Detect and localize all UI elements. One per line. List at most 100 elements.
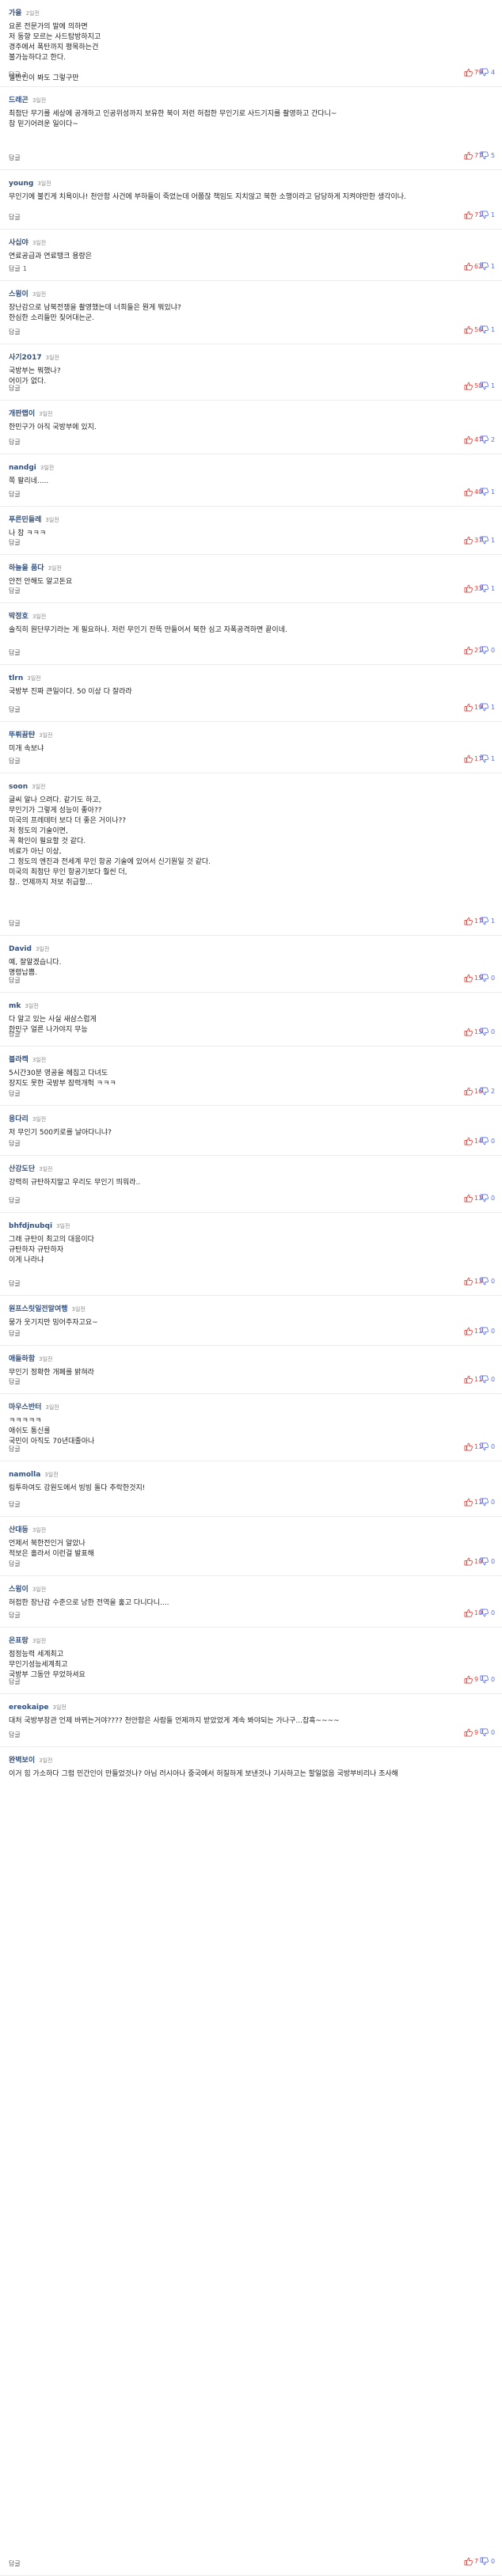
dislike-button[interactable]: 0 xyxy=(480,1326,499,1337)
dislike-button[interactable]: 0 xyxy=(480,645,499,656)
reply-button[interactable]: 답글 xyxy=(9,439,23,446)
dislike-button[interactable]: 1 xyxy=(480,535,499,546)
reply-button[interactable]: 답글 xyxy=(9,1678,23,1685)
dislike-button[interactable]: 5 xyxy=(480,150,499,161)
dislike-button[interactable]: 0 xyxy=(480,1608,499,1619)
comment-nickname[interactable]: 하늘을 품다 xyxy=(9,564,44,572)
comment-nickname[interactable]: 뚜뤼뀸탼 xyxy=(9,731,35,739)
dislike-button[interactable]: 2 xyxy=(480,1086,499,1097)
reply-button[interactable]: 답글 xyxy=(9,1560,23,1567)
comment-nickname[interactable]: soon xyxy=(9,783,28,791)
comment-nickname[interactable]: 용다리 xyxy=(9,1115,29,1123)
comment-date: 3일전 xyxy=(40,465,55,471)
dislike-button[interactable]: 0 xyxy=(480,1136,499,1147)
reply-button[interactable]: 답글 xyxy=(9,214,23,221)
reply-button[interactable]: 답글 2 xyxy=(9,71,27,78)
reply-button[interactable]: 답글 xyxy=(9,491,23,498)
dislike-button[interactable]: 1 xyxy=(480,325,499,336)
reply-button[interactable]: 답글 xyxy=(9,1446,23,1453)
comment-nickname[interactable]: 드래곤 xyxy=(9,97,29,104)
comment-nickname[interactable]: 블라켁 xyxy=(9,1056,29,1064)
comment-nickname[interactable]: 원프스릿일전말여행 xyxy=(9,1305,68,1313)
comment-nickname[interactable]: nandgi xyxy=(9,464,36,472)
reply-button[interactable]: 답글 xyxy=(9,539,23,546)
comment-date: 3일전 xyxy=(45,1404,59,1411)
reply-button[interactable]: 답글 xyxy=(9,1031,23,1038)
reply-button[interactable]: 답글 xyxy=(9,154,23,161)
comment-nickname[interactable]: young xyxy=(9,180,33,188)
comment-date: 3일전 xyxy=(56,1223,70,1229)
comment-nickname[interactable]: 은표랑 xyxy=(9,1637,29,1645)
reply-button[interactable]: 답글 xyxy=(9,1280,23,1287)
comment-nickname[interactable]: 사십야 xyxy=(9,239,29,247)
dislike-button[interactable]: 0 xyxy=(480,1674,499,1685)
comment-nickname[interactable]: 개판랩이 xyxy=(9,410,35,418)
dislike-button[interactable]: 1 xyxy=(480,381,499,392)
dislike-button[interactable]: 0 xyxy=(480,1374,499,1385)
comment-nickname[interactable]: 산대등 xyxy=(9,1526,29,1534)
dislike-count: 1 xyxy=(491,326,496,333)
dislike-count: 0 xyxy=(491,1195,496,1202)
dislike-button[interactable]: 0 xyxy=(480,973,499,984)
reply-button[interactable]: 답글 xyxy=(9,587,23,595)
dislike-button[interactable]: 0 xyxy=(480,2556,499,2567)
comment-nickname[interactable]: 스윙이 xyxy=(9,291,29,298)
reply-button[interactable]: 답글 xyxy=(9,329,23,336)
comment-nickname[interactable]: 산강도단 xyxy=(9,1165,35,1173)
dislike-button[interactable]: 1 xyxy=(480,916,499,927)
reply-button[interactable]: 답글 xyxy=(9,1090,23,1097)
dislike-button[interactable]: 0 xyxy=(480,1442,499,1453)
reply-button[interactable]: 답글 xyxy=(9,1501,23,1508)
dislike-button[interactable]: 0 xyxy=(480,1497,499,1508)
comment-nickname[interactable]: 푸른민들레 xyxy=(9,516,41,524)
reply-button[interactable]: 답글 xyxy=(9,758,23,765)
comment-nickname[interactable]: 스윙이 xyxy=(9,1586,29,1594)
reply-button[interactable]: 답글 xyxy=(9,1378,23,1385)
reply-button[interactable]: 답글 xyxy=(9,920,23,927)
comment-nickname[interactable]: 가을 xyxy=(9,9,22,17)
dislike-button[interactable]: 0 xyxy=(480,1027,499,1038)
dislike-button[interactable]: 1 xyxy=(480,583,499,595)
comment-nickname[interactable]: 완벽보이 xyxy=(9,1757,35,1765)
dislike-button[interactable]: 0 xyxy=(480,1276,499,1287)
reply-button[interactable]: 답글 1 xyxy=(9,265,27,272)
comment-nickname[interactable]: tlrn xyxy=(9,674,23,682)
dislike-button[interactable]: 4 xyxy=(480,67,499,78)
comment-nickname[interactable]: 마우스반터 xyxy=(9,1404,41,1411)
dislike-button[interactable]: 0 xyxy=(480,1727,499,1738)
reply-button[interactable]: 답글 xyxy=(9,385,23,392)
comment-nickname[interactable]: 박정호 xyxy=(9,613,29,621)
reply-button[interactable]: 답글 xyxy=(9,2560,23,2567)
dislike-button[interactable]: 1 xyxy=(480,261,499,272)
reply-button[interactable]: 답글 xyxy=(9,977,23,984)
reply-button[interactable]: 답글 xyxy=(9,1197,23,1204)
dislike-button[interactable]: 0 xyxy=(480,1556,499,1567)
comment-nickname[interactable]: bhfdjnubqi xyxy=(9,1222,52,1230)
dislike-button[interactable]: 1 xyxy=(480,702,499,713)
comment-nickname[interactable]: ereokaipe xyxy=(9,1704,49,1712)
comment-date: 3일전 xyxy=(32,614,47,620)
comment-date: 3일전 xyxy=(37,180,51,187)
thumbs-up-icon xyxy=(464,1442,473,1451)
dislike-count: 0 xyxy=(491,1609,496,1617)
reply-button[interactable]: 답글 xyxy=(9,1612,23,1619)
comment-nickname[interactable]: mk xyxy=(9,1002,21,1010)
comment-date: 3일전 xyxy=(32,1527,47,1533)
comment-nickname[interactable]: 애들하함 xyxy=(9,1355,35,1363)
dislike-button[interactable]: 0 xyxy=(480,1193,499,1204)
reply-button[interactable]: 답글 xyxy=(9,1140,23,1147)
dislike-button[interactable]: 2 xyxy=(480,435,499,446)
dislike-button[interactable]: 1 xyxy=(480,210,499,221)
reply-button[interactable]: 답글 xyxy=(9,1330,23,1337)
reply-button[interactable]: 답글 xyxy=(9,706,23,713)
reply-button[interactable]: 답글 xyxy=(9,1731,23,1738)
comment-body: 무인기에 불킨게 치욕이나! 천안함 사건에 부하들이 죽었는데 어쭙잖 책임도… xyxy=(9,193,406,201)
thumbs-up-icon xyxy=(464,262,473,271)
dislike-button[interactable]: 1 xyxy=(480,487,499,498)
comment-nickname[interactable]: David xyxy=(9,945,32,953)
comment-nickname[interactable]: 사기2017 xyxy=(9,354,42,362)
dislike-count: 0 xyxy=(491,1676,496,1683)
reply-button[interactable]: 답글 xyxy=(9,649,23,656)
comment-nickname[interactable]: namolla xyxy=(9,1471,40,1479)
dislike-button[interactable]: 1 xyxy=(480,754,499,765)
